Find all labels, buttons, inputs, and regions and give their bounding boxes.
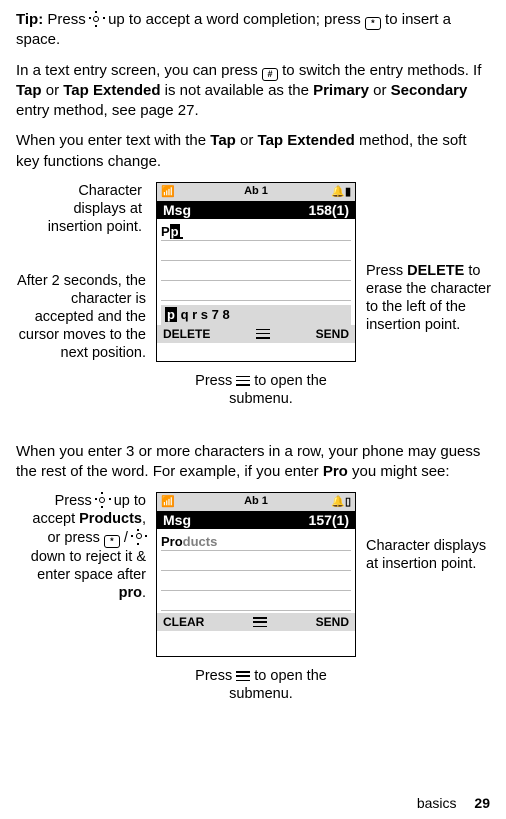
input-mode: Ab 1 (244, 185, 268, 197)
softkey-bar: CLEAR SEND (157, 613, 355, 631)
callout-character-displays: Character displays at insertion point. (22, 182, 142, 236)
nav-key-icon (90, 12, 104, 26)
nav-key-icon (96, 493, 110, 507)
callout-after-two-seconds: After 2 seconds, the character is accept… (16, 272, 146, 363)
title-label: Msg (163, 512, 191, 528)
menu-icon[interactable] (256, 329, 270, 339)
title-label: Msg (163, 202, 191, 218)
menu-key-icon (236, 376, 250, 386)
tip-label: Tip: (16, 11, 43, 28)
title-bar: Msg 158(1) (157, 201, 355, 219)
softkey-paragraph: When you enter text with the Tap or Tap … (16, 131, 490, 172)
left-softkey[interactable]: DELETE (163, 327, 210, 341)
menu-icon[interactable] (253, 617, 267, 627)
section-label: basics (417, 795, 457, 811)
phone-screen-2: 📶 Ab 1 🔔▯ Msg 157(1) Products CLEAR SEND (156, 492, 356, 657)
figure-2: 📶 Ab 1 🔔▯ Msg 157(1) Products CLEAR SEND… (16, 492, 490, 727)
char-count: 157(1) (309, 512, 349, 528)
status-bar: 📶 Ab 1 🔔▮ (157, 183, 355, 201)
text-editor[interactable]: Pp (157, 219, 355, 303)
callout-press-menu-1: Press to open the submenu. (176, 372, 346, 408)
char-count: 158(1) (309, 202, 349, 218)
star-key-icon: * (365, 17, 381, 30)
signal-icon: 📶 (161, 495, 175, 508)
phone-screen-1: 📶 Ab 1 🔔▮ Msg 158(1) Pp ppq r s 7 8 q r … (156, 182, 356, 362)
figure-1: 📶 Ab 1 🔔▮ Msg 158(1) Pp ppq r s 7 8 q r … (16, 182, 490, 442)
input-mode: Ab 1 (244, 495, 268, 507)
tip-paragraph: Tip: Press up to accept a word completio… (16, 10, 490, 51)
callout-character-displays-2: Character displays at insertion point. (366, 537, 496, 573)
star-key-icon: * (104, 535, 120, 548)
callout-accept-products: Press up to accept Products, or press * … (16, 492, 146, 602)
title-bar: Msg 157(1) (157, 511, 355, 529)
status-bar: 📶 Ab 1 🔔▯ (157, 493, 355, 511)
switch-paragraph: In a text entry screen, you can press # … (16, 61, 490, 122)
callout-press-menu-2: Press to open the submenu. (176, 667, 346, 703)
signal-icon: 📶 (161, 185, 175, 198)
left-softkey[interactable]: CLEAR (163, 615, 204, 629)
page-footer: basics 29 (417, 795, 490, 811)
candidate-bar: ppq r s 7 8 q r s 7 8 (161, 305, 351, 325)
page-number: 29 (474, 795, 490, 811)
callout-press-delete: Press DELETE to erase the character to t… (366, 262, 496, 335)
right-softkey[interactable]: SEND (316, 615, 349, 629)
battery-icon: 🔔▯ (331, 495, 351, 508)
right-softkey[interactable]: SEND (316, 327, 349, 341)
softkey-bar: DELETE SEND (157, 325, 355, 343)
text-editor[interactable]: Products (157, 529, 355, 613)
hash-key-icon: # (262, 68, 278, 81)
menu-key-icon (236, 671, 250, 681)
nav-key-icon (132, 530, 146, 544)
guess-paragraph: When you enter 3 or more characters in a… (16, 442, 490, 483)
battery-icon: 🔔▮ (331, 185, 351, 198)
